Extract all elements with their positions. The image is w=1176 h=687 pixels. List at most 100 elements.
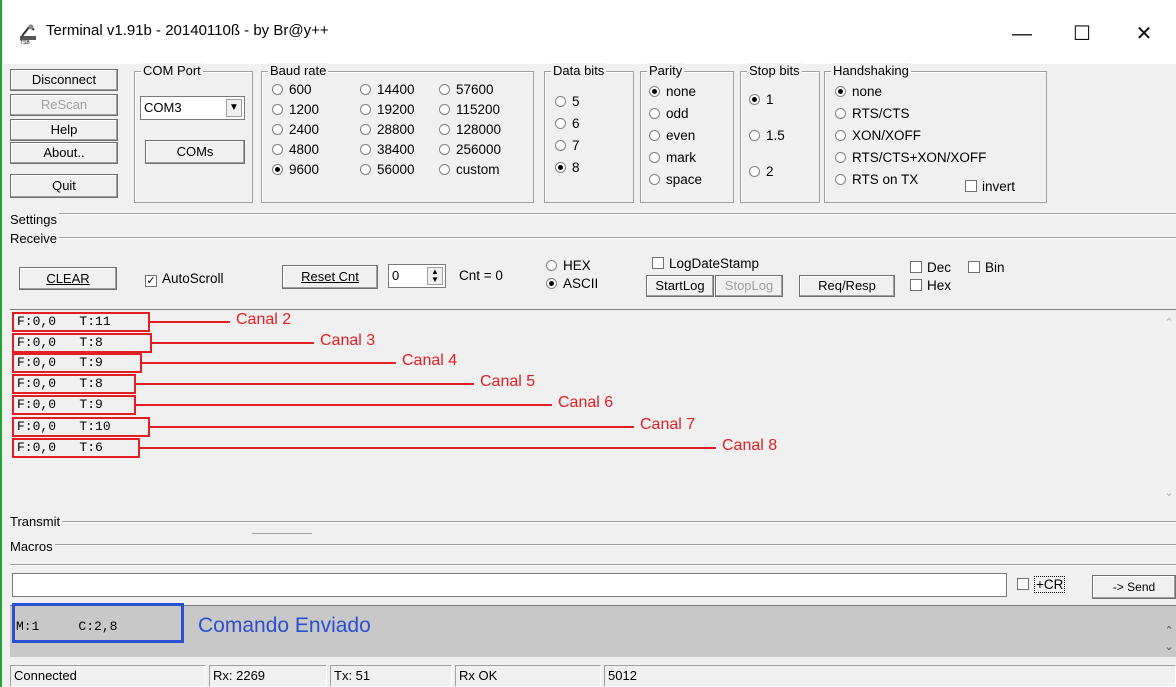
baud-radio-128000[interactable]: 128000 [439,122,501,138]
clear-button[interactable]: CLEAR [19,267,117,290]
handshaking-option-label: XON/XOFF [852,128,922,143]
stop_bits-option-label: 1 [766,92,774,107]
scroll-down-icon[interactable]: ⌄ [1162,486,1176,500]
stoplog-button[interactable]: StopLog [715,275,783,297]
svg-text:TSB: TSB [20,40,30,44]
receive-separator [10,237,1176,239]
scroll-up-icon[interactable]: ⌃ [1162,316,1176,330]
spinner-arrows-icon[interactable]: ▲ ▼ [427,267,443,285]
baud-radio-custom[interactable]: custom [439,162,500,178]
close-button[interactable]: ✕ [1119,16,1169,52]
annotation-leader-line [152,342,314,344]
baud-radio-600[interactable]: 600 [272,82,312,98]
annotation-leader-line [136,404,552,406]
radio-selected-icon [546,278,557,289]
data_bits-option-label: 7 [572,138,580,153]
quit-button[interactable]: Quit [10,174,118,198]
send-button[interactable]: -> Send [1092,575,1176,599]
baud-radio-256000[interactable]: 256000 [439,142,501,158]
count-spinner[interactable]: 0 ▲ ▼ [388,264,446,288]
handshaking-radio-rts-cts[interactable]: RTS/CTS [835,106,910,122]
parity-radio-odd[interactable]: odd [649,106,689,122]
coms-button[interactable]: COMs [145,140,245,164]
parity-radio-none[interactable]: none [649,84,696,100]
bin-label: Bin [985,260,1005,275]
parity-radio-mark[interactable]: mark [649,150,696,166]
handshaking-radio-rts-on-tx[interactable]: RTS on TX [835,172,918,188]
handshaking-radio-rts-cts-xon-xoff[interactable]: RTS/CTS+XON/XOFF [835,150,986,166]
baud-radio-38400[interactable]: 38400 [360,142,415,158]
baud-option-label: 28800 [377,122,415,137]
autoscroll-checkbox[interactable]: ✓ AutoScroll [145,271,224,287]
radio-icon [546,260,557,271]
about-button[interactable]: About.. [10,142,118,164]
baud-option-label: 38400 [377,142,415,157]
baud-radio-115200[interactable]: 115200 [439,102,500,118]
parity-radio-space[interactable]: space [649,172,702,188]
stop_bits-radio-2[interactable]: 2 [749,164,774,180]
receive-text-area[interactable]: F:0,0 T:11 Canal 2 F:0,0 T:8 Canal 3 F:0,0 T… [10,309,1176,514]
handshaking-radio-xon-xoff[interactable]: XON/XOFF [835,128,921,144]
baud-radio-2400[interactable]: 2400 [272,122,319,138]
baud-radio-14400[interactable]: 14400 [360,82,415,98]
data_bits-radio-6[interactable]: 6 [555,116,580,132]
ascii-radio[interactable]: ASCII [546,276,598,292]
channel-annotation: Canal 5 [480,373,536,390]
disconnect-button[interactable]: Disconnect [10,69,118,91]
send-input[interactable] [12,573,1007,597]
rx-highlight-box [12,417,150,437]
macros-separator [10,544,1176,546]
checkbox-icon [1017,578,1029,590]
dec-checkbox[interactable]: Dec [910,260,951,276]
baud-rate-label: Baud rate [268,63,329,78]
logdatestamp-checkbox[interactable]: LogDateStamp [652,256,759,272]
radio-icon [439,84,450,95]
baud-rate-group: Baud rate 600 1200 2400 4800 9600 14400 19200 2… [261,63,534,203]
cr-checkbox[interactable]: +CR [1017,576,1066,593]
maximize-button[interactable]: ☐ [1057,16,1107,52]
startlog-button[interactable]: StartLog [646,275,714,297]
baud-radio-28800[interactable]: 28800 [360,122,415,138]
radio-selected-icon [749,94,760,105]
baud-radio-57600[interactable]: 57600 [439,82,494,98]
splitter-handle[interactable] [252,533,312,534]
channel-annotation: Canal 7 [640,416,696,433]
data_bits-radio-8[interactable]: 8 [555,160,580,176]
baud-radio-19200[interactable]: 19200 [360,102,415,118]
hex-checkbox[interactable]: Hex [910,278,951,294]
scroll-down-icon[interactable]: ⌄ [1162,640,1176,654]
help-button[interactable]: Help [10,119,118,141]
parity-group: Parity none odd even mark space [640,63,734,203]
minimize-button[interactable]: — [997,16,1047,52]
bin-checkbox[interactable]: Bin [968,260,1005,276]
app-icon: TSB [20,24,36,44]
stop_bits-radio-1-5[interactable]: 1.5 [749,128,785,144]
handshaking-radio-none[interactable]: none [835,84,882,100]
baud-radio-9600[interactable]: 9600 [272,162,319,178]
parity-radio-even[interactable]: even [649,128,695,144]
rescan-button[interactable]: ReScan [10,94,118,116]
data_bits-radio-5[interactable]: 5 [555,94,580,110]
stop_bits-radio-1[interactable]: 1 [749,92,774,108]
data-bits-group: Data bits 5 6 7 8 [544,63,634,203]
radio-icon [649,108,660,119]
reset-cnt-button[interactable]: Reset Cnt [282,265,378,289]
transmit-text-area[interactable]: M:1 C:2,8 ⌃ ⌄ [10,605,1176,657]
status-connection: Connected [10,665,206,687]
checkbox-icon [652,257,664,269]
data_bits-radio-7[interactable]: 7 [555,138,580,154]
annotation-leader-line [150,426,634,428]
baud-radio-4800[interactable]: 4800 [272,142,319,158]
req-resp-button[interactable]: Req/Resp [799,275,895,297]
com-port-select[interactable]: COM3 ▼ [140,96,245,120]
baud-option-label: 2400 [289,122,320,137]
parity-option-label: mark [666,150,696,165]
invert-checkbox[interactable]: invert [965,179,1015,195]
chevron-down-icon[interactable]: ▼ [226,99,242,117]
scroll-up-icon[interactable]: ⌃ [1162,624,1176,638]
baud-radio-1200[interactable]: 1200 [272,102,319,118]
hex-radio[interactable]: HEX [546,258,591,274]
baud-radio-56000[interactable]: 56000 [360,162,415,178]
radio-icon [835,174,846,185]
radio-icon [555,96,566,107]
